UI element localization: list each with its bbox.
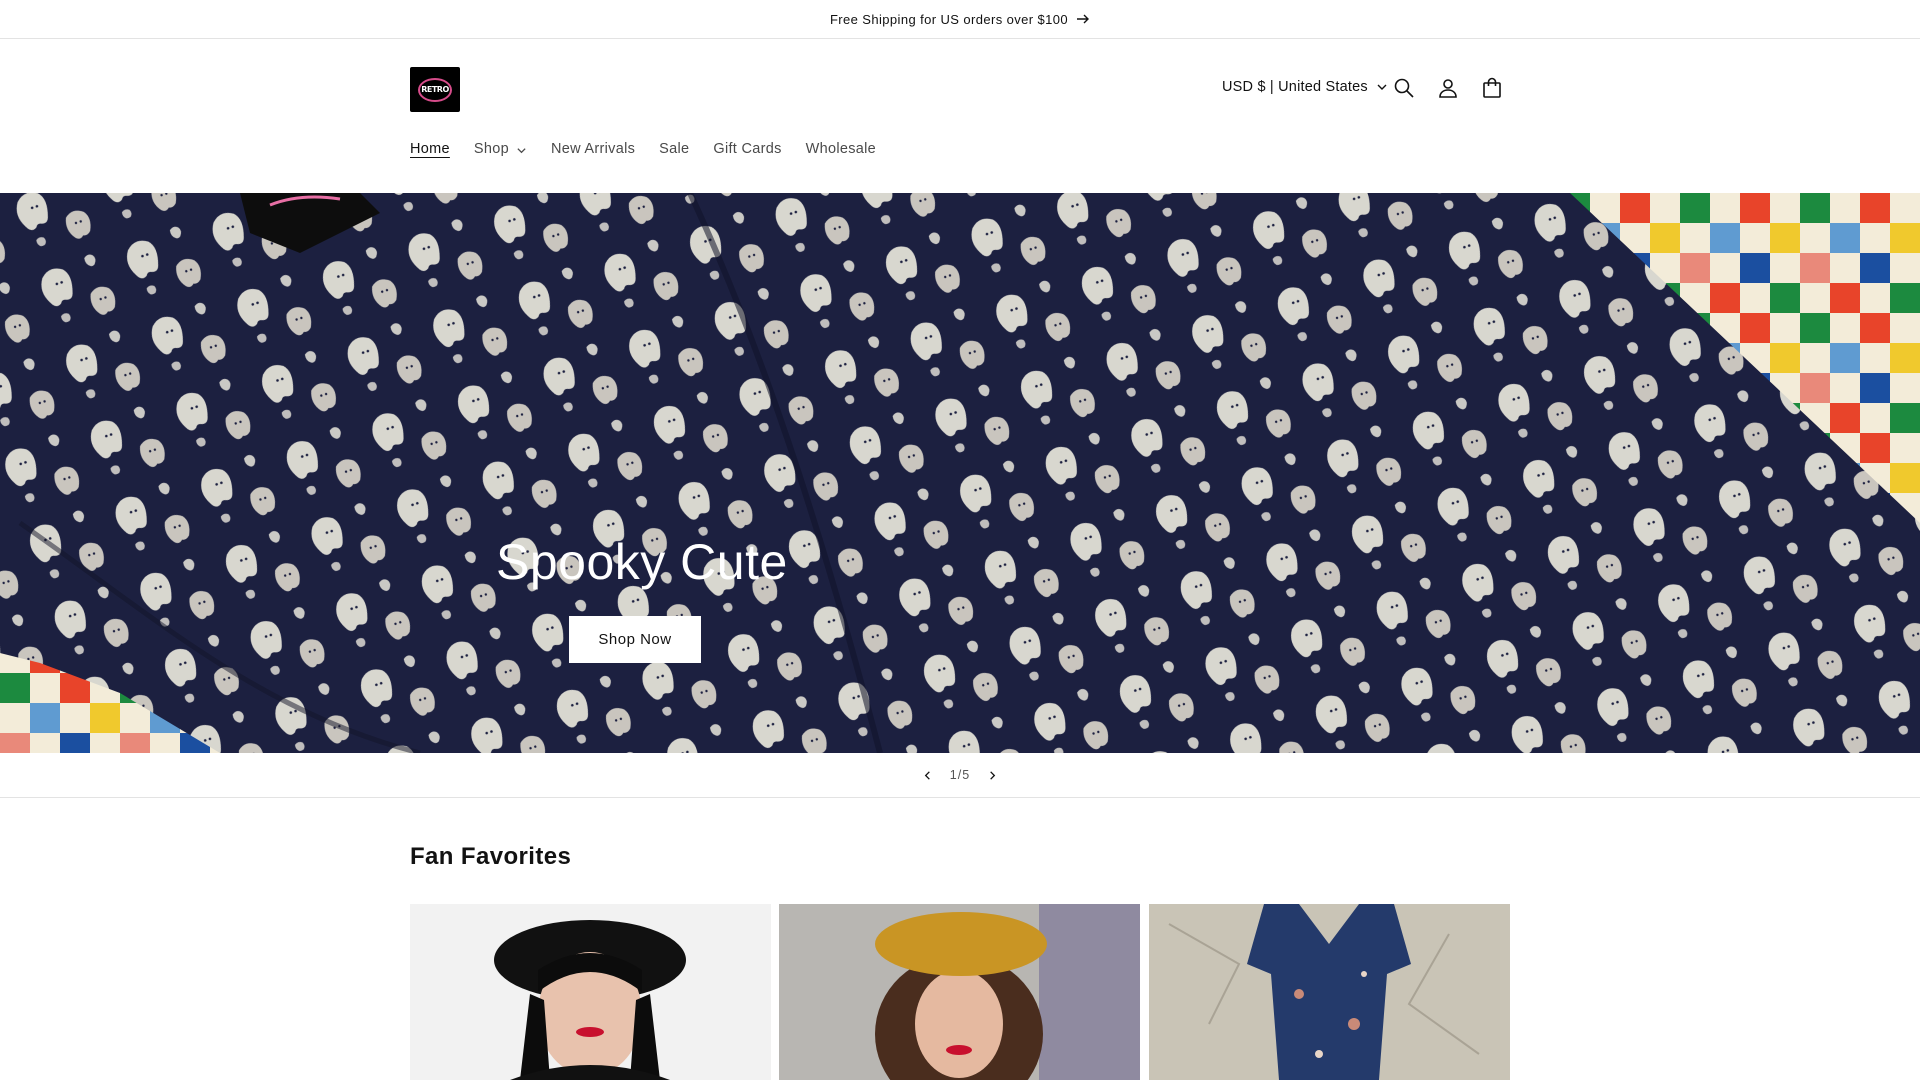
nav-item-shop[interactable]: Shop [474,141,527,157]
store-logo[interactable]: RETRO [410,67,460,112]
site-header: RETRO USD $ | United States Home Shop Ne… [0,39,1920,193]
logo-text: RETRO [421,85,449,94]
country-selector-label: USD $ | United States [1222,79,1368,95]
account-icon[interactable] [1436,76,1460,100]
chevron-down-icon [1376,81,1388,93]
nav-item-label: Sale [659,141,690,157]
product-card[interactable] [779,904,1140,1080]
slide-next-button[interactable] [970,753,1014,797]
hero-background-image [0,193,1920,753]
nav-item-label: New Arrivals [550,141,636,157]
country-currency-selector[interactable]: USD $ | United States [1222,79,1388,95]
product-image [779,904,1140,1080]
section-title: Fan Favorites [410,843,572,870]
hero-heading: Spooky Cute [496,534,788,590]
search-icon[interactable] [1392,76,1416,100]
hero-slide: Spooky Cute Shop Now [0,193,1920,753]
announcement-text[interactable]: Free Shipping for US orders over $100 [830,12,1068,27]
chevron-right-icon [989,770,995,780]
nav-item-gift-cards[interactable]: Gift Cards [713,141,781,157]
chevron-down-icon [516,144,527,155]
product-image [410,904,771,1080]
slide-previous-button[interactable] [906,753,950,797]
main-navigation: Home Shop New Arrivals Sale Gift Cards W… [410,141,900,157]
shop-now-button[interactable]: Shop Now [569,616,701,663]
nav-item-sale[interactable]: Sale [659,141,689,157]
nav-item-label: Shop [473,141,509,157]
logo-badge: RETRO [418,77,452,102]
nav-item-wholesale[interactable]: Wholesale [806,141,876,157]
nav-item-home[interactable]: Home [410,141,450,157]
product-card[interactable] [410,904,771,1080]
slideshow-controls: 1/5 [0,753,1920,798]
nav-item-label: Wholesale [805,141,877,157]
arrow-right-icon [1076,12,1090,26]
announcement-bar[interactable]: Free Shipping for US orders over $100 [0,0,1920,39]
product-image [1149,904,1510,1080]
nav-item-label: Home [410,141,450,157]
slide-counter: 1/5 [949,768,971,782]
cart-icon[interactable] [1480,76,1504,100]
product-card[interactable] [1149,904,1510,1080]
nav-item-label: Gift Cards [713,141,782,157]
nav-item-new-arrivals[interactable]: New Arrivals [551,141,635,157]
chevron-left-icon [925,770,931,780]
